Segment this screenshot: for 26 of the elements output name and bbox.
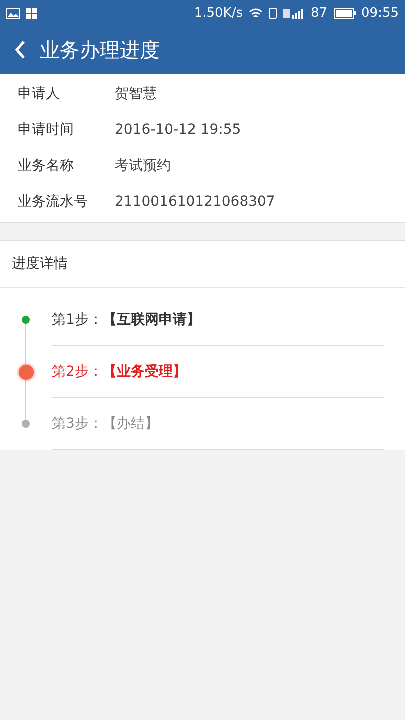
step-label: 第1步：【互联网申请】 (52, 310, 201, 328)
status-dot (22, 420, 30, 428)
image-icon (6, 8, 20, 18)
wifi-icon (248, 8, 263, 18)
status-dot (22, 316, 30, 324)
signal-icon (282, 8, 305, 18)
step-label: 第3步：【办结】 (52, 414, 159, 432)
back-icon[interactable] (14, 40, 26, 60)
field-label: 业务流水号 (18, 193, 89, 211)
network-speed: 1.50K/s (194, 6, 243, 20)
field-label: 业务名称 (18, 157, 75, 175)
field-value: 考试预约 (115, 157, 171, 175)
grid-icon (26, 8, 37, 18)
field-label: 申请人 (18, 85, 61, 103)
step-label: 第2步：【业务受理】 (52, 362, 187, 380)
status-dot (18, 364, 34, 380)
field-label: 申请时间 (18, 121, 75, 139)
battery-level: 87 (310, 6, 328, 20)
page-title: 业务办理进度 (40, 36, 160, 64)
field-value: 211001610121068307 (115, 194, 276, 210)
field-value: 2016-10-12 19:55 (115, 122, 242, 138)
phone-icon (268, 8, 277, 18)
section-title: 进度详情 (0, 241, 405, 288)
clock-time: 09:55 (362, 6, 399, 20)
field-value: 贺智慧 (115, 85, 157, 103)
battery-icon (334, 8, 356, 18)
